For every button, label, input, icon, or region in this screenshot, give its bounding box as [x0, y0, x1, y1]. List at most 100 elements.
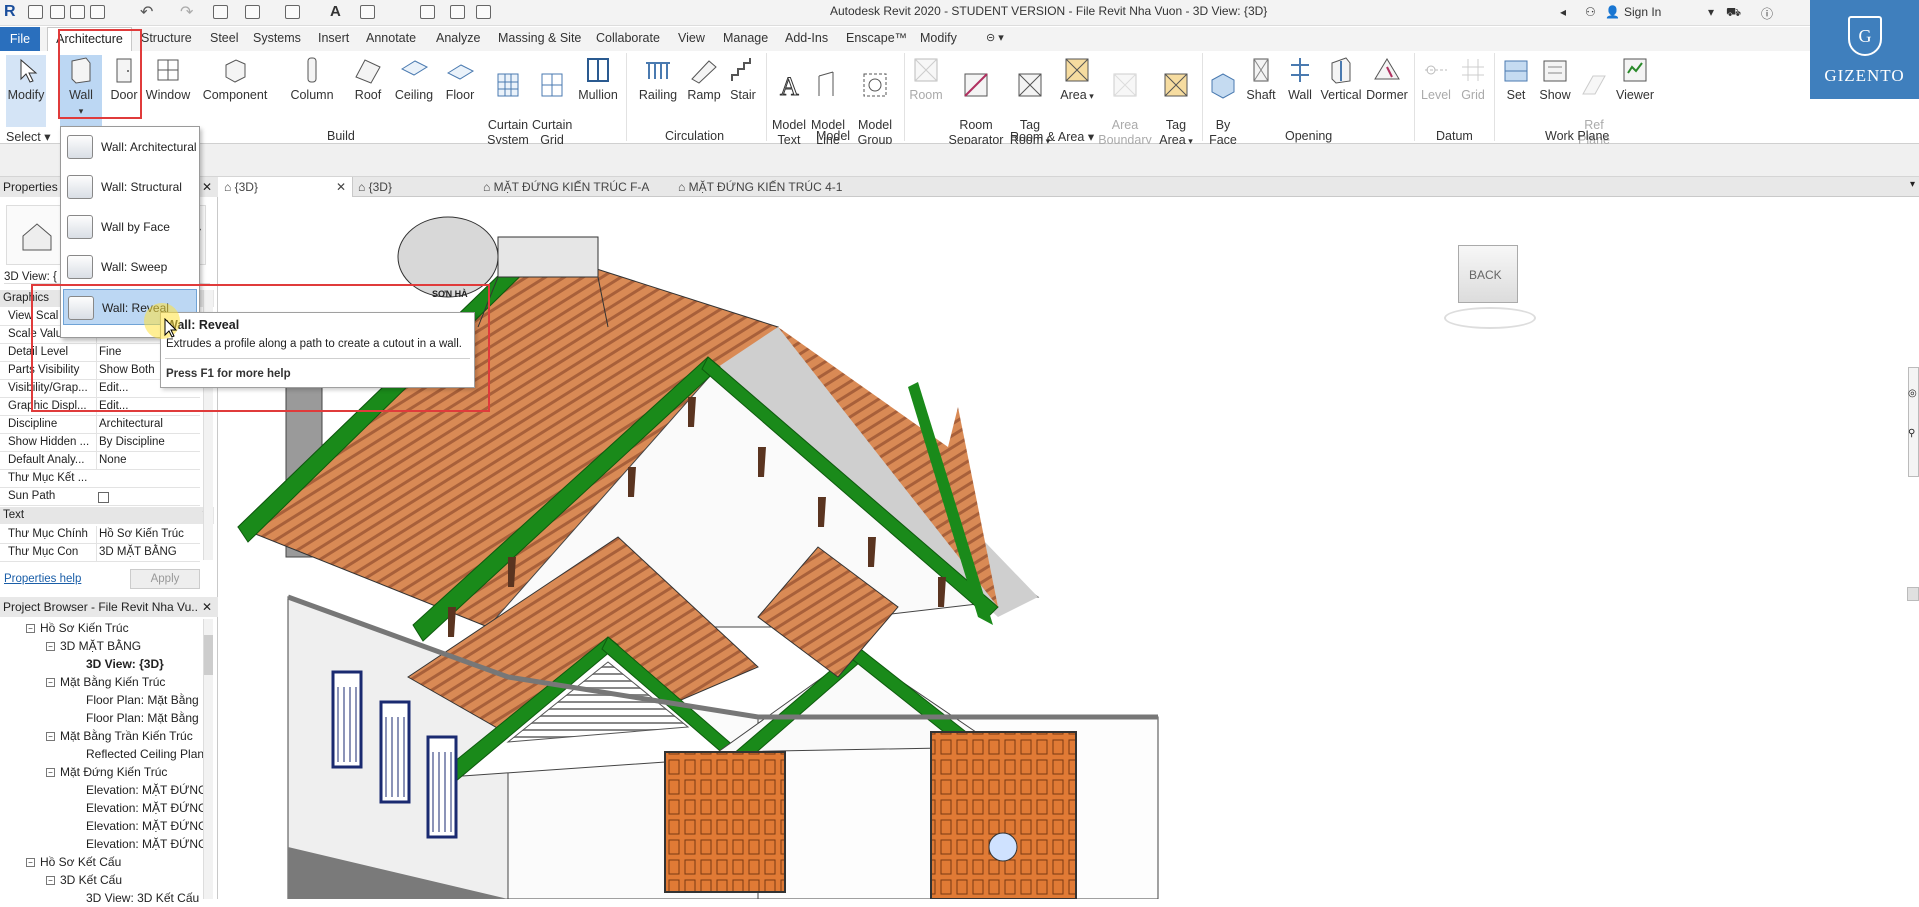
tree-node[interactable]: Elevation: MẶT ĐỨNG — [86, 781, 207, 799]
select-dropdown[interactable]: Select ▾ — [6, 129, 51, 144]
sun-path-checkbox[interactable] — [98, 492, 109, 503]
area-boundary-button[interactable]: Area Boundary — [1098, 55, 1152, 148]
tree-node[interactable]: − Mặt Đứng Kiến Trúc — [46, 763, 167, 781]
modify-button[interactable]: Modify — [6, 55, 46, 127]
wall-menu-item-wall-architectural[interactable]: Wall: Architectural — [63, 129, 197, 165]
collapse-toggle-icon[interactable]: − — [46, 768, 55, 778]
browser-scrollbar[interactable] — [203, 619, 213, 899]
open-icon[interactable] — [28, 5, 43, 19]
property-value[interactable]: Hồ Sơ Kiến Trúc — [96, 526, 196, 543]
tab-view[interactable]: View — [678, 31, 705, 45]
tab-systems[interactable]: Systems — [253, 31, 301, 45]
close-icon[interactable]: ✕ — [198, 597, 212, 617]
property-value[interactable]: 3D MẶT BẰNG — [96, 544, 196, 561]
tree-node[interactable]: −3D MẶT BẰNG — [46, 637, 141, 655]
property-value[interactable]: Architectural — [96, 416, 196, 433]
tab-enscape[interactable]: Enscape™ — [846, 31, 907, 45]
dormer-button[interactable]: Dormer — [1364, 55, 1410, 103]
view-tab-3d-active[interactable]: ⌂ {3D} ✕ — [218, 177, 353, 197]
apply-button[interactable]: Apply — [130, 569, 200, 589]
tab-steel[interactable]: Steel — [210, 31, 239, 45]
thin-lines-icon[interactable] — [420, 5, 435, 19]
ramp-button[interactable]: Ramp — [686, 55, 722, 103]
view-tab-elevation-41[interactable]: ⌂ MẶT ĐỨNG KIẾN TRÚC 4-1 — [678, 177, 868, 197]
tab-manage[interactable]: Manage — [723, 31, 768, 45]
viewer-button[interactable]: Viewer — [1614, 55, 1656, 103]
column-button[interactable]: Column — [288, 55, 336, 103]
tab-add-ins[interactable]: Add-Ins — [785, 31, 828, 45]
ceiling-button[interactable]: Ceiling — [392, 55, 436, 103]
tree-node[interactable]: Floor Plan: Mặt Bằng — [86, 709, 199, 727]
help-icon[interactable]: ⓘ — [1761, 5, 1773, 22]
window-button[interactable]: Window — [144, 55, 192, 103]
tree-node[interactable]: − Mặt Bằng Kiến Trúc — [46, 673, 165, 691]
collapse-toggle-icon[interactable]: − — [46, 876, 55, 886]
folder-icon[interactable] — [50, 5, 65, 19]
tab-overflow-icon[interactable]: ▾ — [1910, 179, 1915, 190]
group-text[interactable]: Text⌃ — [0, 507, 214, 524]
wall-menu-item-wall-by-face[interactable]: Wall by Face — [63, 209, 197, 245]
close-hidden-icon[interactable] — [450, 5, 465, 19]
tab-massing-site[interactable]: Massing & Site — [498, 31, 581, 45]
view-tab-elevation-fa[interactable]: ⌂ MẶT ĐỨNG KIẾN TRÚC F-A — [483, 177, 673, 197]
room-button[interactable]: Room — [906, 55, 946, 103]
properties-help-link[interactable]: Properties help — [4, 573, 81, 585]
model-group-button[interactable]: Model Group — [852, 55, 898, 148]
collapse-toggle-icon[interactable]: − — [46, 732, 55, 742]
curtain-grid-button[interactable]: Curtain Grid — [532, 55, 572, 148]
save-icon[interactable] — [70, 5, 85, 19]
tree-node[interactable]: 3D View: 3D Kết Cấu — [86, 889, 199, 907]
redo-icon[interactable]: ↷ — [180, 2, 193, 22]
property-value[interactable]: By Discipline — [96, 434, 196, 451]
tree-node[interactable]: − Hồ Sơ Kiến Trúc — [26, 619, 129, 637]
close-icon[interactable]: ✕ — [336, 177, 346, 197]
tab-annotate[interactable]: Annotate — [366, 31, 416, 45]
tab-insert[interactable]: Insert — [318, 31, 349, 45]
wall-opening-button[interactable]: Wall — [1282, 55, 1318, 103]
property-row[interactable]: Thư Mục Con 3D MẶT BẰNG — [0, 544, 200, 562]
curtain-system-button[interactable]: Curtain System — [484, 55, 532, 148]
text-icon[interactable]: A — [330, 3, 341, 20]
by-face-button[interactable]: By Face — [1206, 55, 1240, 148]
user-icon[interactable]: 👤 — [1605, 5, 1620, 19]
property-row[interactable]: Show Hidden ... By Discipline — [0, 434, 200, 452]
collapse-toggle-icon[interactable]: − — [26, 624, 35, 634]
viewport-scrollbar[interactable] — [1907, 587, 1919, 601]
view-cube-compass[interactable] — [1444, 307, 1536, 329]
railing-button[interactable]: Railing — [636, 55, 680, 103]
tree-node[interactable]: Floor Plan: Mặt Bằng — [86, 691, 199, 709]
wall-menu-item-wall-structural[interactable]: Wall: Structural — [63, 169, 197, 205]
shaft-button[interactable]: Shaft — [1242, 55, 1280, 103]
binoculars-icon[interactable]: ⚇ — [1585, 5, 1596, 19]
mullion-button[interactable]: Mullion — [576, 55, 620, 103]
cart-icon[interactable]: ⛟ — [1726, 5, 1741, 21]
tab-file[interactable]: File — [0, 27, 40, 51]
revit-logo[interactable]: R — [4, 3, 22, 21]
vertical-button[interactable]: Vertical — [1318, 55, 1364, 103]
view-tab-3d[interactable]: ⌂ {3D} — [358, 177, 488, 197]
tree-node[interactable]: −3D Kết Cấu — [46, 871, 122, 889]
zoom-icon[interactable]: ⚲ — [1908, 428, 1915, 439]
print-icon[interactable] — [213, 5, 228, 19]
collapse-toggle-icon[interactable]: − — [26, 858, 35, 868]
contextual-tab-toggle[interactable]: ⊝ ▾ — [986, 31, 1004, 44]
tab-analyze[interactable]: Analyze — [436, 31, 480, 45]
set-button[interactable]: Set — [1498, 55, 1534, 103]
show-button[interactable]: Show — [1536, 55, 1574, 103]
grid-button[interactable]: Grid — [1456, 55, 1490, 103]
tab-modify[interactable]: Modify — [920, 31, 957, 45]
wall-menu-item-wall-sweep[interactable]: Wall: Sweep — [63, 249, 197, 285]
component-button[interactable]: Component — [200, 55, 270, 103]
tree-node[interactable]: Elevation: MẶT ĐỨNG — [86, 835, 207, 853]
dimension-icon[interactable] — [285, 5, 300, 19]
undo-icon[interactable]: ↶ — [140, 2, 153, 22]
room-separator-button[interactable]: Room Separator — [946, 55, 1006, 148]
switch-windows-icon[interactable] — [476, 5, 491, 19]
tree-node[interactable]: − Hồ Sơ Kết Cấu — [26, 853, 121, 871]
area-button[interactable]: Area ▾ — [1058, 55, 1096, 104]
sync-icon[interactable] — [90, 5, 105, 19]
tag-area-button[interactable]: Tag Area ▾ — [1156, 55, 1196, 149]
model-text-button[interactable]: A Model Text — [770, 55, 808, 148]
tree-node[interactable]: 3D View: {3D} — [86, 655, 164, 673]
sign-in-link[interactable]: Sign In — [1624, 5, 1661, 19]
